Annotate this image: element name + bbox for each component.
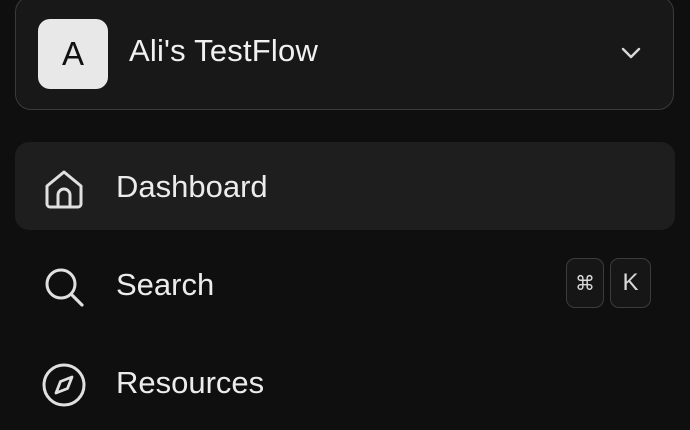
workspace-name: Ali's TestFlow (129, 33, 319, 68)
sidebar-item-dashboard[interactable]: Dashboard (15, 142, 675, 230)
workspace-avatar: A (38, 19, 108, 89)
sidebar-item-label: Dashboard (116, 169, 268, 204)
chevron-down-icon[interactable] (619, 41, 643, 65)
compass-icon (42, 363, 86, 407)
command-key: ⌘ (566, 258, 604, 308)
sidebar-item-resources[interactable]: Resources (15, 338, 675, 426)
home-icon (45, 170, 83, 209)
sidebar-item-label: Search (116, 267, 215, 302)
sidebar-item-label: Resources (116, 365, 265, 400)
k-key: K (610, 258, 651, 308)
search-shortcut: ⌘ K (566, 258, 651, 308)
workspace-switcher[interactable]: A Ali's TestFlow (15, 0, 674, 110)
sidebar-item-search[interactable]: Search ⌘ K (15, 240, 675, 328)
sidebar: A Ali's TestFlow Dashboard Search ⌘ K Re… (0, 0, 690, 430)
search-icon (45, 268, 84, 307)
